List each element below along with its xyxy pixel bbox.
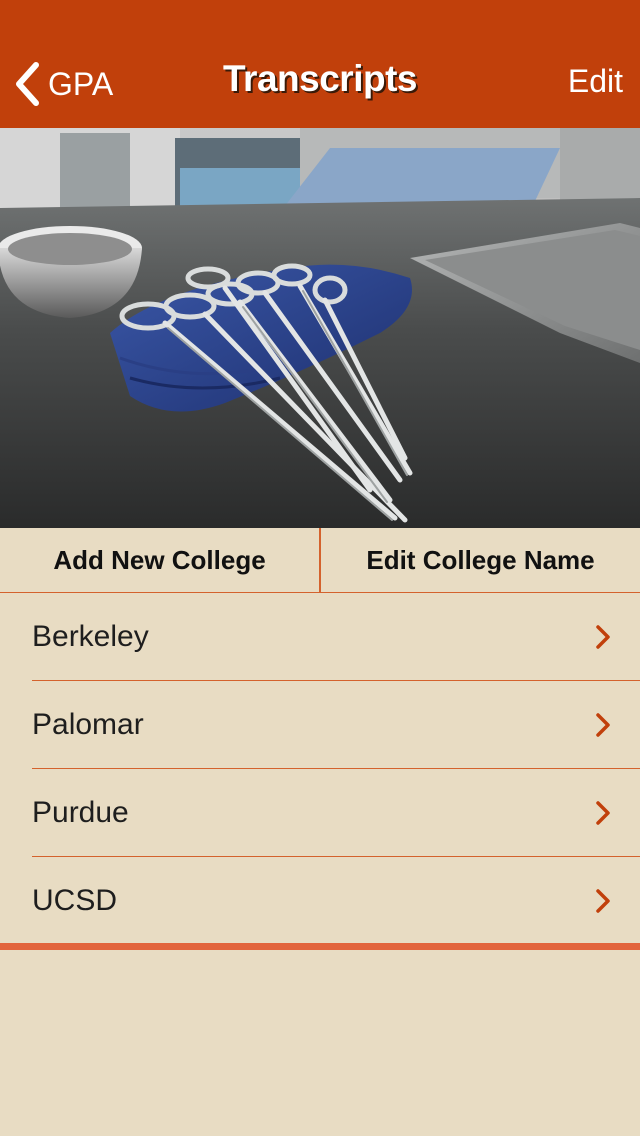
list-item[interactable]: Purdue	[0, 769, 640, 857]
list-item[interactable]: Palomar	[0, 681, 640, 769]
chevron-right-icon	[596, 625, 610, 649]
college-actions-bar: Add New College Edit College Name	[0, 528, 640, 593]
college-name: Palomar	[32, 708, 144, 741]
edit-college-name-button[interactable]: Edit College Name	[321, 528, 640, 592]
chevron-right-icon	[596, 801, 610, 825]
college-list: Berkeley Palomar Purdue UCSD	[0, 593, 640, 945]
college-name: Berkeley	[32, 620, 149, 653]
navigation-bar: GPA Transcripts Edit	[0, 0, 640, 128]
college-name: UCSD	[32, 884, 118, 917]
hero-image	[0, 128, 640, 528]
surgical-instruments-photo	[0, 128, 640, 528]
list-item[interactable]: Berkeley	[0, 593, 640, 681]
list-bottom-border	[0, 943, 640, 950]
college-name: Purdue	[32, 796, 129, 829]
edit-button[interactable]: Edit	[568, 63, 623, 100]
list-item[interactable]: UCSD	[0, 857, 640, 945]
page-title: Transcripts	[223, 58, 417, 99]
add-new-college-button[interactable]: Add New College	[0, 528, 319, 592]
chevron-right-icon	[596, 889, 610, 913]
chevron-right-icon	[596, 713, 610, 737]
